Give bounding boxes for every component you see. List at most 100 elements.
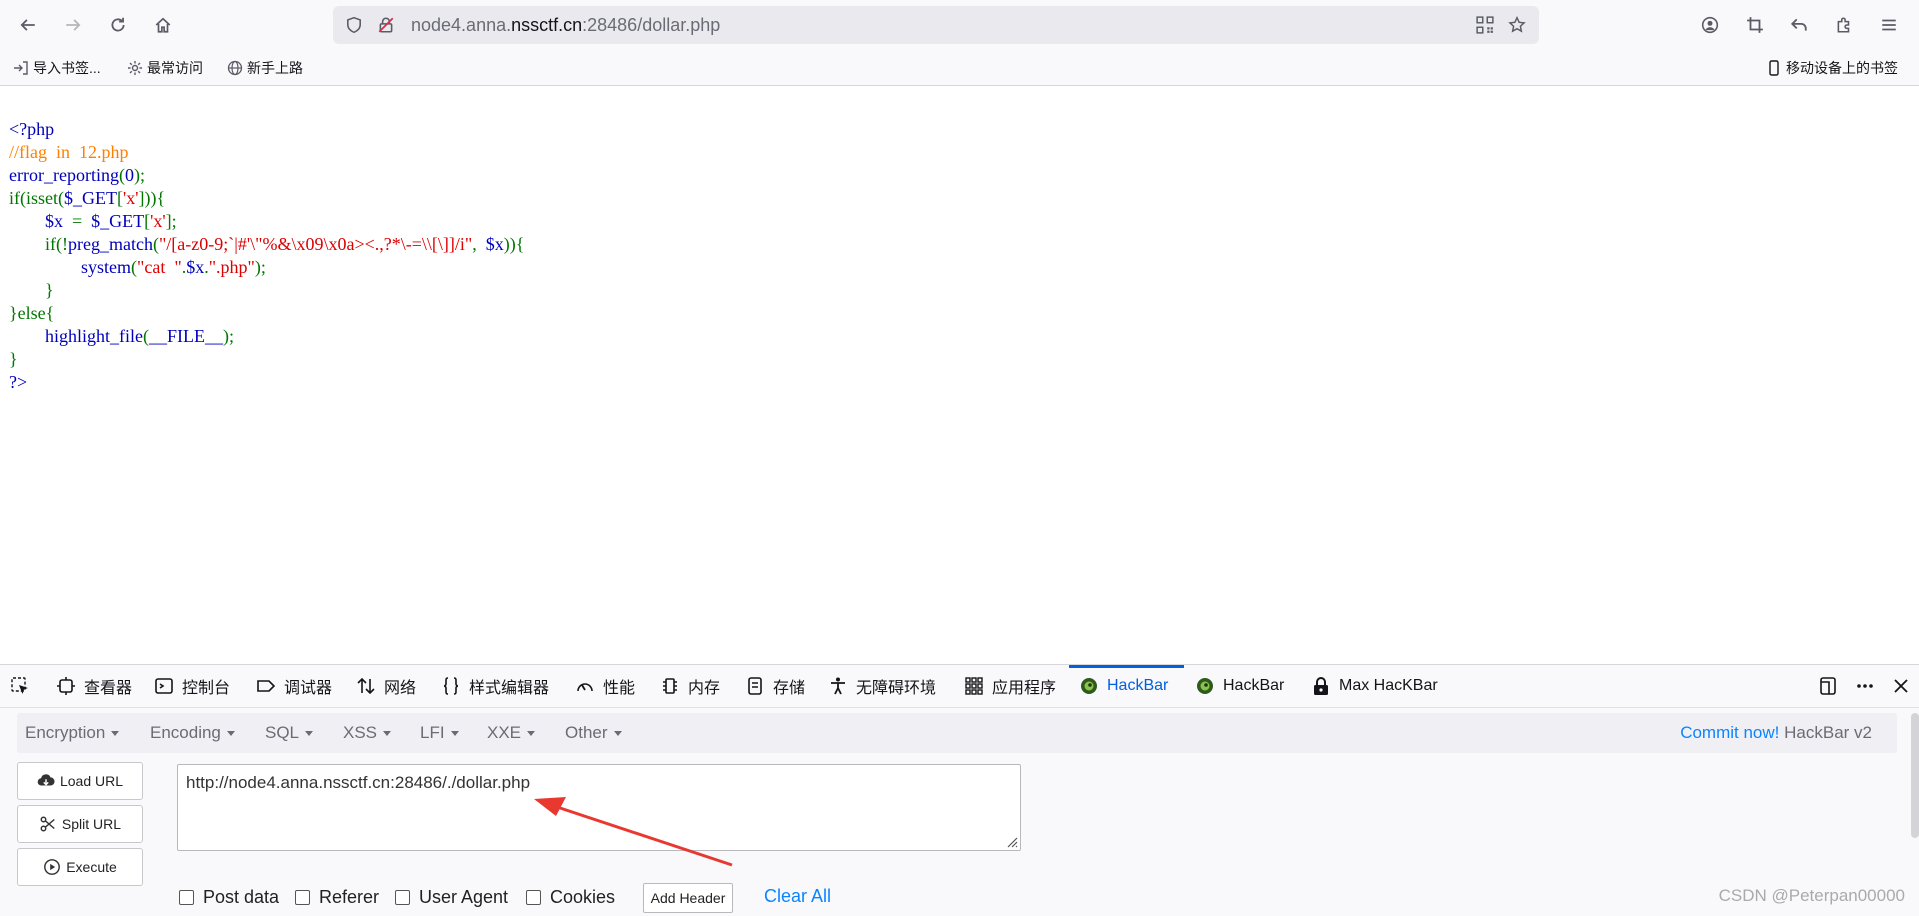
code-token: "cat " <box>137 257 182 277</box>
tab-memory[interactable]: 内存 <box>660 665 720 707</box>
code-line: } <box>9 280 54 300</box>
tab-label: 调试器 <box>284 680 333 697</box>
checkbox-box[interactable] <box>526 890 541 905</box>
code-line: }else{ <box>9 303 55 323</box>
tab-hackbar-active[interactable]: HackBar <box>1079 665 1168 707</box>
post-data-checkbox[interactable]: Post data <box>179 887 279 908</box>
tab-label: 网络 <box>384 680 417 697</box>
tab-performance[interactable]: 性能 <box>575 665 635 707</box>
code-token: if(! <box>45 234 68 254</box>
tab-accessibility[interactable]: 无障碍环境 <box>828 665 936 707</box>
tab-application[interactable]: 应用程序 <box>964 665 1056 707</box>
max-hackbar-lock-icon <box>1314 677 1328 695</box>
bookmark-most-visited[interactable]: 最常访问 <box>127 58 203 78</box>
gauge-icon <box>577 683 593 692</box>
forward-arrow-icon[interactable] <box>61 13 85 37</box>
extensions-icon[interactable] <box>1832 13 1856 37</box>
close-devtools-icon[interactable] <box>1891 665 1911 707</box>
menu-xss[interactable]: XSS <box>343 723 392 743</box>
load-url-button[interactable]: Load URL <box>17 762 143 800</box>
tab-style-editor[interactable]: 样式编辑器 <box>441 665 549 707</box>
console-icon <box>155 678 173 694</box>
star-bookmark-icon[interactable] <box>1508 15 1526 34</box>
tab-label: 样式编辑器 <box>469 680 550 697</box>
checkbox-box[interactable] <box>295 890 310 905</box>
panel-scrollbar[interactable] <box>1911 713 1919 838</box>
qr-code-icon[interactable] <box>1476 16 1494 34</box>
home-icon[interactable] <box>151 13 175 37</box>
commit-now-link[interactable]: Commit now! <box>1680 723 1779 742</box>
code-line: } <box>9 349 18 369</box>
code-token: )){ <box>503 234 525 254</box>
menu-xxe[interactable]: XXE <box>487 723 536 743</box>
url-textarea-value: http://node4.anna.nssctf.cn:28486/./doll… <box>186 773 531 792</box>
button-label: Load URL <box>59 773 124 789</box>
tab-storage[interactable]: 存储 <box>745 665 805 707</box>
devtools-tab-bar: 查看器 控制台 调试器 网络 样式编辑器 性能 内存 存储 无障碍环境 应用程序… <box>0 665 1919 708</box>
undo-icon[interactable] <box>1787 13 1811 37</box>
hackbar-menu: Encryption Encoding SQL XSS LFI XXE Othe… <box>17 713 1897 753</box>
tab-label: 内存 <box>688 680 721 697</box>
menu-label: XXE <box>487 723 522 742</box>
url-textarea[interactable]: http://node4.anna.nssctf.cn:28486/./doll… <box>177 764 1021 851</box>
hamburger-menu-icon[interactable] <box>1877 13 1901 37</box>
checkbox-box[interactable] <box>395 890 410 905</box>
menu-lfi[interactable]: LFI <box>420 723 459 743</box>
hackbar-logo-icon <box>1081 678 1097 694</box>
code-token: $x <box>186 257 205 277</box>
checkbox-label: Cookies <box>550 887 616 907</box>
reload-icon[interactable] <box>106 13 130 37</box>
menu-encoding[interactable]: Encoding <box>150 723 235 743</box>
execute-button[interactable]: Execute <box>17 848 143 886</box>
referer-checkbox[interactable]: Referer <box>295 887 379 908</box>
add-header-button[interactable]: Add Header <box>643 883 733 913</box>
braces-icon <box>443 677 459 695</box>
code-regex: "/[a-z0-9;`|#'\"%&\x09\x0a><.,?*\-=\\[\]… <box>158 234 473 254</box>
tab-label: 控制台 <box>182 680 231 697</box>
menu-other[interactable]: Other <box>565 723 622 743</box>
bookmark-mobile[interactable]: 移动设备上的书签 <box>1766 58 1898 78</box>
crop-screenshot-icon[interactable] <box>1743 13 1767 37</box>
split-url-button[interactable]: Split URL <box>17 805 143 843</box>
bookmark-import[interactable]: 导入书签... <box>13 58 101 78</box>
code-token: ]; <box>165 211 177 231</box>
tab-label: 存储 <box>773 680 806 697</box>
tab-inspector[interactable]: 查看器 <box>56 665 132 707</box>
menu-encryption[interactable]: Encryption <box>25 723 120 743</box>
tab-hackbar-second[interactable]: HackBar <box>1195 665 1284 707</box>
user-agent-checkbox[interactable]: User Agent <box>395 887 508 908</box>
insecure-lock-icon[interactable] <box>377 16 395 34</box>
code-token: = <box>72 211 92 231</box>
bookmark-getting-started[interactable]: 新手上路 <box>227 58 303 78</box>
button-label: Execute <box>66 859 117 875</box>
clear-all-link[interactable]: Clear All <box>764 886 831 907</box>
element-picker-icon[interactable] <box>10 665 30 707</box>
tab-label: HackBar <box>1223 677 1285 694</box>
back-arrow-icon[interactable] <box>16 13 40 37</box>
import-icon <box>14 61 28 75</box>
checkbox-box[interactable] <box>179 890 194 905</box>
tab-network[interactable]: 网络 <box>356 665 416 707</box>
bookmark-label: 新手上路 <box>247 60 303 76</box>
url-text[interactable]: node4.anna.nssctf.cn:28486/dollar.php <box>411 15 720 36</box>
code-token: $x <box>45 211 72 231</box>
resize-grip-icon[interactable] <box>1004 834 1018 848</box>
tab-debugger[interactable]: 调试器 <box>256 665 332 707</box>
debugger-icon <box>257 680 276 692</box>
bookmarks-toolbar: 导入书签... 最常访问 新手上路 移动设备上的书签 <box>0 50 1919 86</box>
address-bar[interactable]: node4.anna.nssctf.cn:28486/dollar.php <box>333 6 1539 44</box>
tab-max-hackbar[interactable]: Max HacKBar <box>1311 665 1438 707</box>
account-icon[interactable] <box>1698 13 1722 37</box>
caret-down-icon <box>226 731 235 737</box>
tab-console[interactable]: 控制台 <box>154 665 230 707</box>
cookies-checkbox[interactable]: Cookies <box>526 887 615 908</box>
button-label: Split URL <box>61 816 122 832</box>
shield-icon[interactable] <box>345 16 363 34</box>
hackbar-version: HackBar v2 <box>1784 723 1872 742</box>
dock-layout-icon[interactable] <box>1818 665 1838 707</box>
more-options-icon[interactable] <box>1855 665 1875 707</box>
inspector-icon <box>57 677 75 695</box>
menu-sql[interactable]: SQL <box>265 723 314 743</box>
